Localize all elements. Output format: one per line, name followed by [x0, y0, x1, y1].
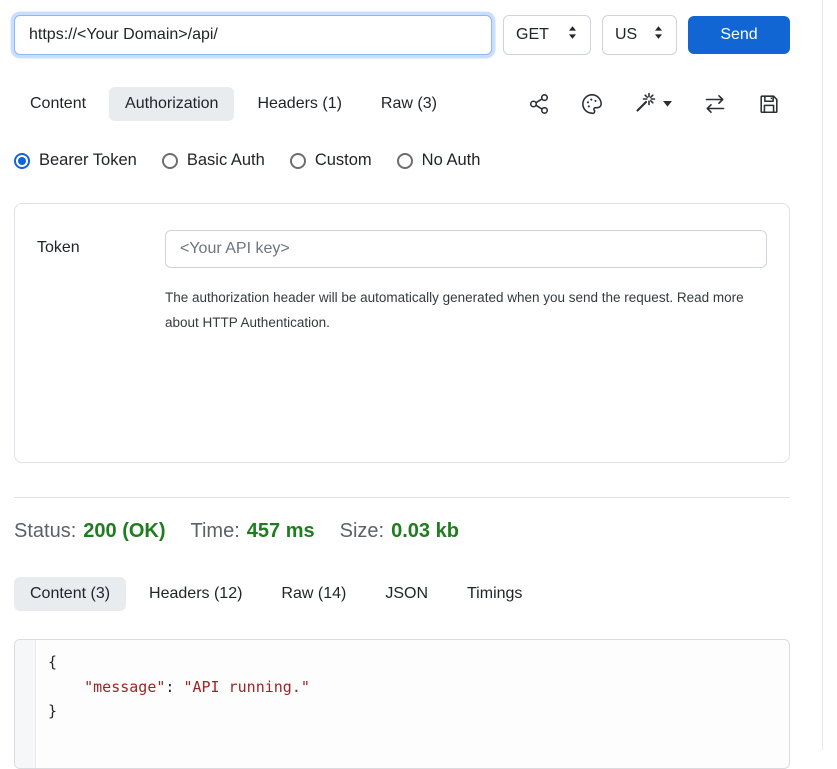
- swap-arrows-icon[interactable]: [703, 92, 727, 116]
- json-value: "API running.": [183, 678, 309, 696]
- auth-option-basic-auth[interactable]: Basic Auth: [162, 151, 265, 170]
- tab-response-raw[interactable]: Raw (14): [265, 577, 362, 611]
- tab-response-json[interactable]: JSON: [369, 577, 444, 611]
- url-input[interactable]: [14, 15, 492, 55]
- token-field-wrap: The authorization header will be automat…: [165, 230, 767, 436]
- magic-wand-icon[interactable]: [634, 92, 672, 116]
- token-panel: Token The authorization header will be a…: [14, 203, 790, 463]
- auth-option-label: Bearer Token: [39, 151, 137, 170]
- code-line: "message": "API running.": [48, 675, 777, 700]
- auth-option-custom[interactable]: Custom: [290, 151, 372, 170]
- send-button[interactable]: Send: [688, 16, 790, 54]
- json-key: "message": [84, 678, 165, 696]
- auth-option-no-auth[interactable]: No Auth: [397, 151, 481, 170]
- palette-icon[interactable]: [581, 93, 603, 115]
- method-select[interactable]: GET: [503, 15, 591, 55]
- time-group: Time: 457 ms: [191, 520, 315, 543]
- save-icon[interactable]: [758, 93, 780, 115]
- auth-option-bearer-token[interactable]: Bearer Token: [14, 151, 137, 170]
- request-tabs-bar: Content Authorization Headers (1) Raw (3…: [14, 87, 790, 121]
- auth-option-label: Custom: [315, 151, 372, 170]
- radio-selected-icon[interactable]: [14, 153, 30, 169]
- request-toolbar: [528, 92, 790, 116]
- auth-option-label: Basic Auth: [187, 151, 265, 170]
- status-group: Status: 200 (OK): [14, 520, 166, 543]
- time-label: Time:: [191, 520, 240, 542]
- page-scrollbar-track[interactable]: [822, 0, 823, 750]
- response-tabs-bar: Content (3) Headers (12) Raw (14) JSON T…: [14, 577, 790, 611]
- status-label: Status:: [14, 520, 76, 542]
- radio-icon[interactable]: [397, 153, 413, 169]
- status-value: 200 (OK): [83, 520, 165, 542]
- request-url-bar: GET US Send: [14, 14, 790, 56]
- token-label: Token: [37, 230, 165, 436]
- updown-caret-icon: [653, 25, 664, 45]
- server-select[interactable]: US: [602, 15, 677, 55]
- code-line: }: [48, 699, 777, 724]
- size-label: Size:: [340, 520, 384, 542]
- chevron-down-icon: [663, 101, 672, 107]
- code-gutter: [15, 640, 36, 768]
- tab-authorization[interactable]: Authorization: [109, 87, 234, 121]
- request-response-divider: [14, 497, 790, 498]
- radio-icon[interactable]: [290, 153, 306, 169]
- tab-response-timings[interactable]: Timings: [451, 577, 538, 611]
- tab-response-content[interactable]: Content (3): [14, 577, 126, 611]
- size-value: 0.03 kb: [391, 520, 459, 542]
- auth-type-options: Bearer Token Basic Auth Custom No Auth: [14, 151, 790, 170]
- tab-raw[interactable]: Raw (3): [365, 87, 453, 121]
- updown-caret-icon: [567, 25, 578, 45]
- server-select-value: US: [615, 26, 637, 44]
- share-icon[interactable]: [528, 93, 550, 115]
- time-value: 457 ms: [247, 520, 315, 542]
- method-select-value: GET: [516, 26, 549, 44]
- tab-headers[interactable]: Headers (1): [241, 87, 357, 121]
- tab-content[interactable]: Content: [14, 87, 102, 121]
- token-help-text: The authorization header will be automat…: [165, 285, 765, 335]
- tab-response-headers[interactable]: Headers (12): [133, 577, 258, 611]
- response-status-bar: Status: 200 (OK) Time: 457 ms Size: 0.03 kb: [14, 520, 790, 543]
- radio-icon[interactable]: [162, 153, 178, 169]
- token-input[interactable]: [165, 230, 767, 268]
- code-line: {: [48, 650, 777, 675]
- size-group: Size: 0.03 kb: [340, 520, 459, 543]
- auth-option-label: No Auth: [422, 151, 481, 170]
- api-client-page: GET US Send Content Authorization Header…: [0, 0, 804, 769]
- response-json-code[interactable]: {"message": "API running."}: [36, 640, 789, 768]
